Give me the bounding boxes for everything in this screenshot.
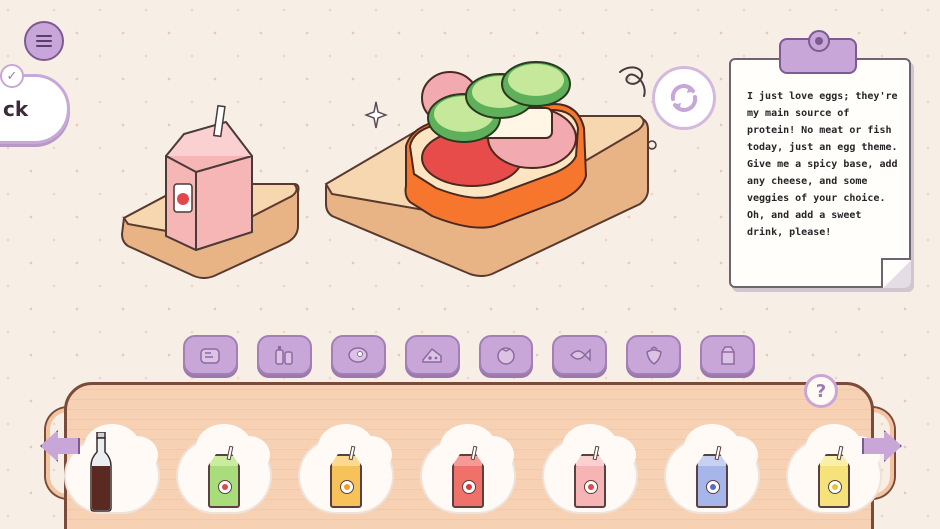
category-meat-button[interactable] xyxy=(330,335,386,375)
clipboard-ring xyxy=(808,30,830,52)
tomato-juice-carton-icon xyxy=(452,445,484,508)
hamburger-icon xyxy=(36,35,52,37)
drink-slot-strawberry-milk[interactable] xyxy=(538,424,642,516)
help-button[interactable]: ? xyxy=(804,374,838,408)
bread-icon xyxy=(200,348,221,364)
banana-milk-carton-icon xyxy=(818,445,850,508)
refresh-button[interactable] xyxy=(652,66,716,130)
category-bread-button[interactable] xyxy=(183,335,238,375)
tomato-icon xyxy=(497,347,515,365)
blueberry-milk-carton-icon xyxy=(696,445,728,508)
sauce-bottles-icon xyxy=(275,346,294,365)
refresh-icon xyxy=(670,84,698,112)
orange-juice-carton-icon xyxy=(330,445,362,508)
sandwich-board xyxy=(324,61,649,277)
steak-icon xyxy=(348,347,368,363)
category-fish-button[interactable] xyxy=(552,335,608,375)
category-fruit-button[interactable] xyxy=(626,335,682,375)
strawberry-icon xyxy=(645,346,662,365)
drink-row xyxy=(60,424,880,529)
drink-slot-tomato-juice[interactable] xyxy=(416,424,520,516)
strawberry-milk-carton-icon xyxy=(574,445,606,508)
category-cheese-button[interactable] xyxy=(404,335,460,375)
category-vegetables-button[interactable] xyxy=(478,335,534,375)
checkmark-icon: ✓ xyxy=(0,64,24,88)
cheese-icon xyxy=(422,347,442,363)
drink-slot-apple-juice[interactable] xyxy=(172,424,276,516)
drink-slot-orange-juice[interactable] xyxy=(294,424,398,516)
drink-slot-banana-milk[interactable] xyxy=(782,424,886,516)
order-note: I just love eggs; they're my main source… xyxy=(729,58,911,288)
cola-bottle-icon xyxy=(90,432,112,512)
drink-slot-cola-bottle[interactable] xyxy=(60,424,164,516)
menu-button[interactable] xyxy=(24,21,64,61)
apple-juice-carton-icon xyxy=(208,445,240,508)
help-label: ? xyxy=(815,380,827,402)
category-bar xyxy=(183,335,755,377)
strawberry-milk-carton xyxy=(165,104,253,252)
drink-slot-blueberry-milk[interactable] xyxy=(660,424,764,516)
drink-board xyxy=(120,104,300,279)
milk-carton-icon xyxy=(720,346,735,365)
back-bubble-label: ck xyxy=(3,97,29,121)
category-drinks-button[interactable] xyxy=(700,335,755,375)
category-sauces-button[interactable] xyxy=(256,335,312,375)
page-curl xyxy=(881,258,911,288)
order-note-text: I just love eggs; they're my main source… xyxy=(747,91,898,238)
fish-icon xyxy=(569,348,591,362)
